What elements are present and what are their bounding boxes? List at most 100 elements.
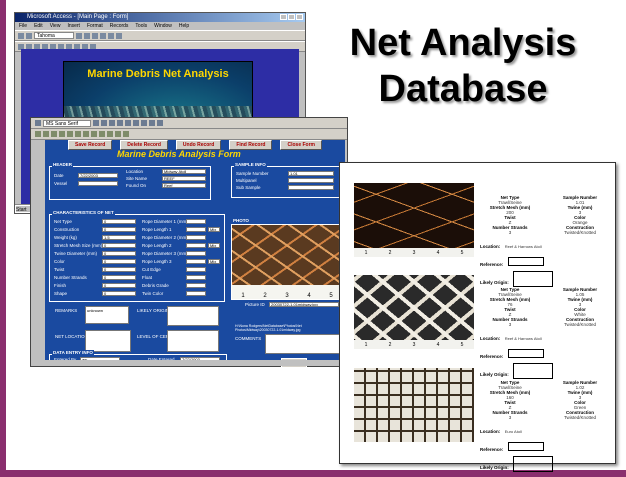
char-label: Finish (54, 283, 67, 288)
filter-icon[interactable] (99, 131, 105, 137)
char-field[interactable]: 0 (102, 219, 136, 224)
new-record-icon[interactable] (115, 131, 121, 137)
close-form-button[interactable]: Close Form (280, 140, 322, 150)
char-field[interactable] (186, 227, 206, 232)
save-icon[interactable] (26, 32, 32, 39)
bold-icon[interactable] (93, 120, 99, 126)
char-field[interactable]: 1.5 (102, 235, 136, 240)
char-label: Twist (54, 267, 65, 272)
minimize-icon[interactable] (280, 14, 287, 20)
unit-select[interactable]: Mix (208, 243, 220, 248)
align-center-icon[interactable] (125, 120, 131, 126)
char-field[interactable] (186, 275, 206, 280)
undo-icon[interactable] (83, 131, 89, 137)
menu-item-window[interactable]: Window (154, 23, 172, 29)
origin-label: Likely Origin: (480, 372, 509, 377)
comments-field[interactable] (265, 334, 341, 354)
site-name-field[interactable]: REEF (162, 176, 206, 181)
font-select-2[interactable]: MS Sans Serif (43, 119, 91, 127)
analysis-form-window[interactable]: MS Sans Serif Save Record Delete Record … (30, 117, 348, 368)
char-field[interactable] (186, 243, 206, 248)
bold-icon[interactable] (76, 32, 82, 39)
italic-icon[interactable] (84, 32, 90, 39)
align-right-icon[interactable] (133, 120, 139, 126)
menu-item-records[interactable]: Records (110, 23, 129, 29)
date-label: Date (54, 173, 64, 178)
view-icon[interactable] (35, 131, 41, 137)
certainty-field[interactable] (167, 330, 219, 352)
char-label: Rope Diameter 3 (mm) (142, 251, 188, 256)
italic-icon[interactable] (101, 120, 107, 126)
char-field[interactable] (186, 283, 206, 288)
menu-item-edit[interactable]: Edit (34, 23, 43, 29)
location-field[interactable]: Midway Atoll (162, 169, 206, 174)
paste-icon[interactable] (75, 131, 81, 137)
ruler-mark: 2 (388, 249, 392, 256)
char-label: Debris Grade (142, 283, 169, 288)
copy-icon[interactable] (67, 131, 73, 137)
char-field[interactable] (186, 267, 206, 272)
save-icon[interactable] (43, 131, 49, 137)
unit-select[interactable]: Mix (208, 227, 220, 232)
print-icon[interactable] (51, 131, 57, 137)
font-select[interactable]: Tahoma (34, 32, 74, 39)
char-field[interactable]: 0 (102, 267, 136, 272)
char-field[interactable]: 0 (102, 259, 136, 264)
sub-sample-field[interactable] (288, 185, 334, 190)
menu-item-tools[interactable]: Tools (135, 23, 147, 29)
delete-record-icon[interactable] (123, 131, 129, 137)
remarks-field[interactable]: unknown (85, 306, 129, 324)
multipanel-field[interactable] (288, 178, 334, 183)
menu-item-help[interactable]: Help (179, 23, 189, 29)
fill-color-icon[interactable] (116, 32, 122, 39)
sort-icon[interactable] (91, 131, 97, 137)
unit-select[interactable]: Mix (208, 259, 220, 264)
menu-item-format[interactable]: Format (87, 23, 103, 29)
char-field[interactable] (186, 219, 206, 224)
fill-color-icon[interactable] (141, 120, 147, 126)
align-left-icon[interactable] (117, 120, 123, 126)
char-field[interactable]: 0 (102, 227, 136, 232)
char-field[interactable] (186, 251, 206, 256)
object-icon[interactable] (35, 120, 41, 126)
found-on-field[interactable]: Reef (162, 183, 206, 188)
access-title-bar[interactable]: Microsoft Access - [Main Page : Form] (15, 13, 305, 22)
char-field[interactable]: 0 (102, 291, 136, 296)
menu-item-view[interactable]: View (50, 23, 61, 29)
underline-icon[interactable] (92, 32, 98, 39)
origin-box (513, 363, 554, 379)
likely-origin-field[interactable] (167, 306, 219, 326)
cut-icon[interactable] (59, 131, 65, 137)
net-location-field[interactable] (85, 330, 131, 352)
line-color-icon[interactable] (157, 120, 163, 126)
view-icon[interactable] (18, 32, 24, 39)
photo-ruler: 1 2 3 4 5 (354, 248, 474, 257)
find-icon[interactable] (107, 131, 113, 137)
char-field[interactable]: 0 (102, 275, 136, 280)
align-left-icon[interactable] (100, 32, 106, 39)
menu-item-file[interactable]: File (19, 23, 27, 29)
align-center-icon[interactable] (108, 32, 114, 39)
report-entry-info: Net Type Sample Number Trawl/Seine 1.02 Stre… (480, 380, 610, 474)
close-icon[interactable] (296, 14, 303, 20)
font-color-icon[interactable] (149, 120, 155, 126)
maximize-icon[interactable] (288, 14, 295, 20)
char-label: Rope Length 3 (142, 259, 172, 264)
char-field[interactable]: 0 (102, 283, 136, 288)
date-field[interactable]: 7/22/2003 (78, 173, 118, 178)
ruler-mark: 4 (436, 249, 440, 256)
origin-label: Likely Origin: (480, 280, 509, 285)
multipanel-label: Multipanel (236, 178, 257, 183)
char-field[interactable] (186, 235, 206, 240)
menu-item-insert[interactable]: Insert (67, 23, 80, 29)
vessel-field[interactable] (78, 181, 118, 186)
char-field[interactable] (186, 291, 206, 296)
picture-id-field[interactable]: 20030722-1.01midway.jpg (269, 302, 339, 307)
char-field[interactable] (186, 259, 206, 264)
sample-number-field[interactable]: 1.01 (288, 171, 334, 176)
field-value: Twisted/Knotted (563, 415, 597, 420)
char-field[interactable]: 0 (102, 251, 136, 256)
save-record-button[interactable]: Save Record (68, 140, 113, 150)
char-field[interactable]: 0 (102, 243, 136, 248)
underline-icon[interactable] (109, 120, 115, 126)
